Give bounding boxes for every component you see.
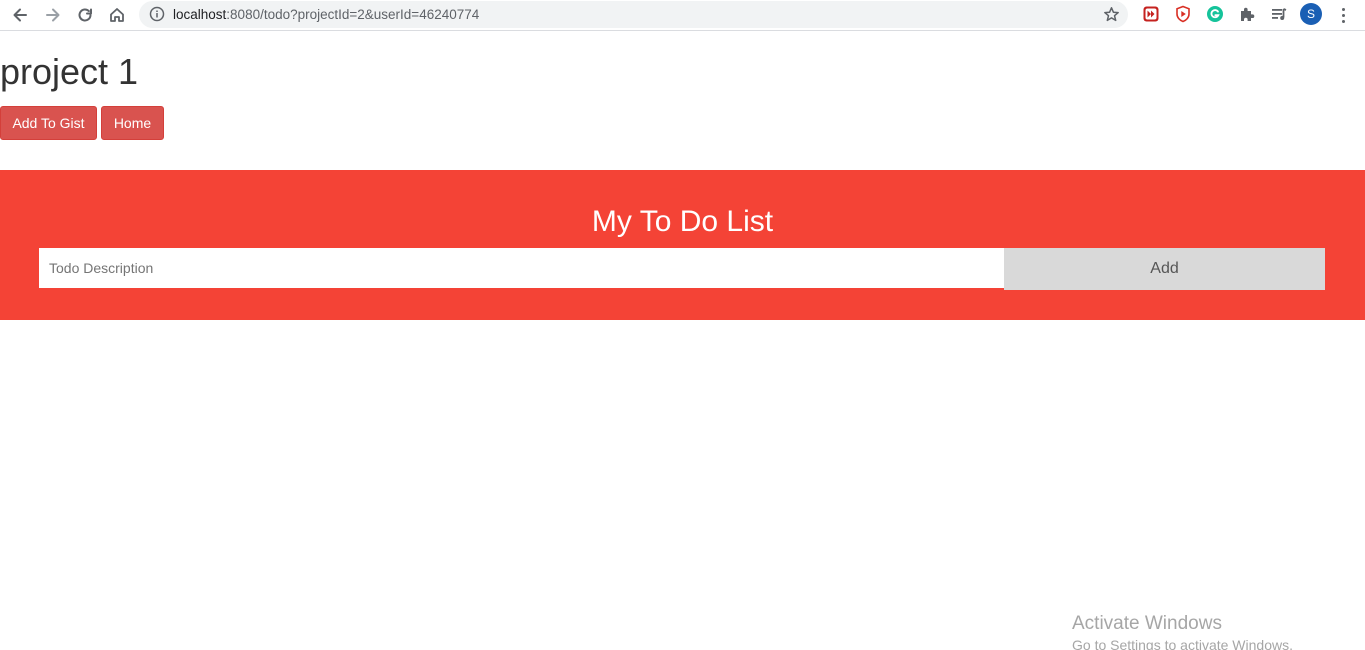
todo-header: My To Do List Add (0, 170, 1365, 320)
browser-toolbar: localhost:8080/todo?projectId=2&userId=4… (0, 0, 1365, 31)
url-path: :8080/todo?projectId=2&userId=46240774 (226, 7, 480, 22)
forward-arrow-icon[interactable] (40, 2, 66, 28)
todo-heading: My To Do List (591, 205, 774, 238)
url-host: localhost (173, 7, 227, 22)
info-icon[interactable] (149, 6, 165, 22)
bookmark-star-icon[interactable] (1103, 6, 1120, 23)
todo-description-input[interactable] (39, 248, 1004, 288)
home-icon[interactable] (104, 2, 130, 28)
url-text[interactable]: localhost:8080/todo?projectId=2&userId=4… (173, 6, 479, 23)
watermark-title: Activate Windows (1072, 613, 1222, 634)
grammarly-icon[interactable] (1205, 4, 1225, 24)
watermark-subtitle: Go to Settings to activate Windows. (1072, 637, 1293, 650)
reload-icon[interactable] (72, 2, 98, 28)
address-bar[interactable]: localhost:8080/todo?projectId=2&userId=4… (139, 1, 1128, 28)
shield-extension-icon[interactable] (1173, 4, 1193, 24)
back-arrow-icon[interactable] (7, 2, 33, 28)
activate-windows-watermark: Activate Windows Go to Settings to activ… (1072, 612, 1365, 650)
extension-red-icon[interactable] (1141, 4, 1161, 24)
add-todo-button[interactable]: Add (1004, 248, 1325, 290)
media-queue-icon[interactable] (1269, 4, 1289, 24)
puzzle-extensions-icon[interactable] (1237, 4, 1257, 24)
add-to-gist-button[interactable]: Add To Gist (0, 106, 97, 140)
more-menu-icon[interactable] (1336, 5, 1350, 25)
project-title: project 1 (0, 51, 139, 92)
profile-avatar[interactable]: S (1300, 3, 1322, 25)
home-button[interactable]: Home (101, 106, 164, 140)
